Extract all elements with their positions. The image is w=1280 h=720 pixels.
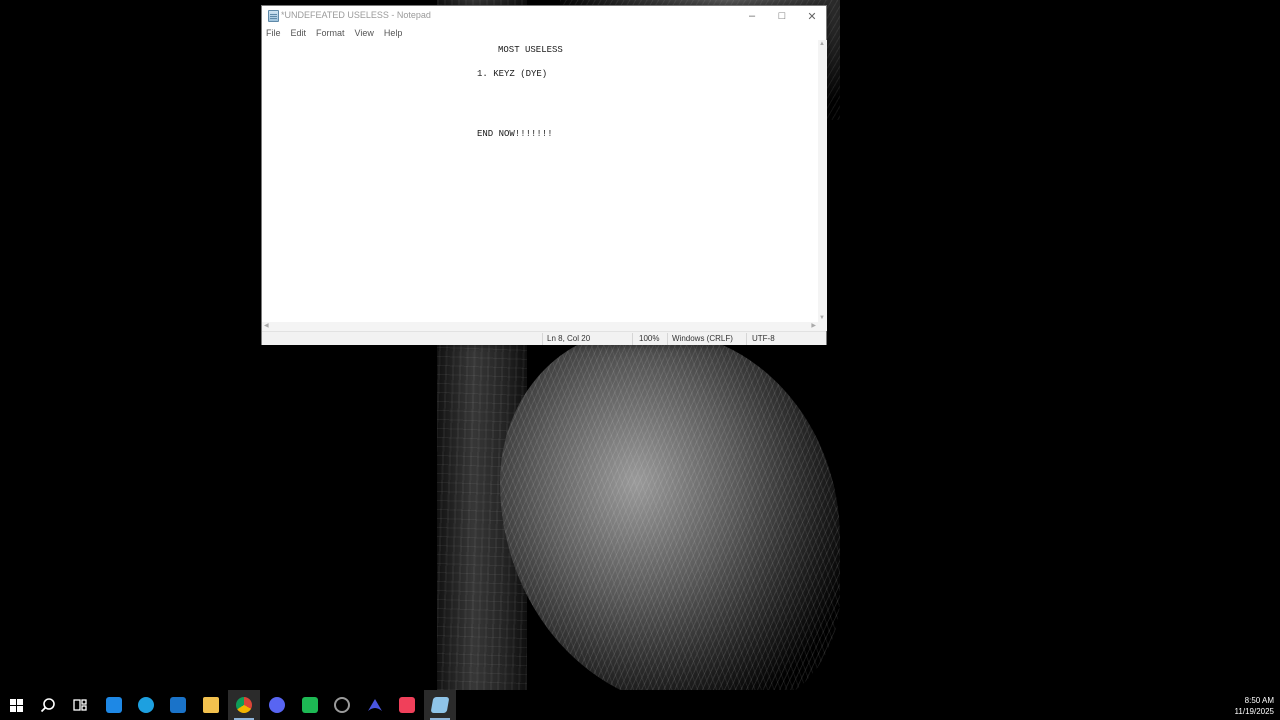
menu-help[interactable]: Help (379, 26, 408, 40)
scrollbar-corner (818, 322, 827, 331)
encoding: UTF-8 (752, 334, 775, 343)
task-view-icon (73, 699, 87, 711)
editor-line: MOST USELESS (498, 45, 563, 55)
notepad-icon (430, 697, 450, 713)
text-editor[interactable]: MOST USELESS 1. KEYZ (DYE) END NOW!!!!!!… (262, 40, 818, 322)
zoom-level: 100% (639, 334, 660, 343)
status-divider (667, 333, 668, 345)
maximize-button[interactable]: □ (767, 6, 797, 26)
discord-button[interactable] (261, 690, 293, 720)
notepad-taskbar-button[interactable] (424, 690, 456, 720)
maximize-icon: □ (778, 10, 786, 22)
status-divider (632, 333, 633, 345)
editor-line: END NOW!!!!!!! (477, 129, 553, 139)
title-bar[interactable]: *UNDEFEATED USELESS - Notepad – □ ✕ (262, 6, 826, 26)
clock-date: 11/19/2025 (1234, 707, 1274, 716)
vertical-scrollbar[interactable]: ▲ ▼ (818, 40, 827, 322)
window-title: *UNDEFEATED USELESS - Notepad (281, 10, 431, 20)
status-divider (746, 333, 747, 345)
mail-icon (170, 697, 186, 713)
search-button[interactable] (32, 690, 64, 720)
gray-app-button[interactable] (326, 690, 358, 720)
start-button[interactable] (0, 690, 32, 720)
discord-icon (269, 697, 285, 713)
search-icon (40, 698, 55, 713)
minimize-icon: – (748, 10, 756, 22)
chrome-icon (236, 697, 252, 713)
chrome-button[interactable] (228, 690, 260, 720)
scroll-right-icon[interactable]: ▶ (811, 322, 816, 329)
menu-format[interactable]: Format (311, 26, 350, 40)
scroll-left-icon[interactable]: ◀ (264, 322, 269, 329)
notepad-icon (268, 10, 279, 22)
menu-file[interactable]: File (262, 26, 286, 40)
scroll-up-icon[interactable]: ▲ (819, 41, 825, 47)
status-bar: Ln 8, Col 20 100% Windows (CRLF) UTF-8 (262, 331, 826, 345)
store-icon (106, 697, 122, 713)
line-ending: Windows (CRLF) (672, 334, 733, 343)
task-view-button[interactable] (64, 690, 96, 720)
microsoft-store-button[interactable] (98, 690, 130, 720)
taskbar: 8:50 AM 11/19/2025 (0, 690, 1280, 720)
editor-line: 1. KEYZ (DYE) (477, 69, 548, 79)
edge-icon (138, 697, 154, 713)
close-button[interactable]: ✕ (797, 6, 827, 26)
itunes-button[interactable] (391, 690, 423, 720)
edge-button[interactable] (130, 690, 162, 720)
nav-app-icon (368, 699, 382, 711)
system-clock[interactable]: 8:50 AM 11/19/2025 (1235, 695, 1274, 717)
music-icon (399, 697, 415, 713)
notepad-window[interactable]: *UNDEFEATED USELESS - Notepad – □ ✕ File… (261, 5, 827, 345)
circle-app-icon (334, 697, 350, 713)
status-divider (542, 333, 543, 345)
green-app-button[interactable] (294, 690, 326, 720)
close-icon: ✕ (807, 10, 817, 23)
menu-view[interactable]: View (350, 26, 379, 40)
minimize-button[interactable]: – (737, 6, 767, 26)
mail-button[interactable] (162, 690, 194, 720)
folder-icon (203, 697, 219, 713)
green-app-icon (302, 697, 318, 713)
scroll-down-icon[interactable]: ▼ (819, 315, 825, 321)
nav-app-button[interactable] (359, 690, 391, 720)
menu-edit[interactable]: Edit (286, 26, 312, 40)
clock-time: 8:50 AM (1244, 696, 1274, 705)
windows-logo-icon (9, 698, 23, 712)
horizontal-scrollbar[interactable]: ◀ ▶ (262, 322, 818, 331)
cursor-position: Ln 8, Col 20 (547, 334, 591, 343)
wallpaper-animal-fur (500, 330, 840, 710)
file-explorer-button[interactable] (195, 690, 227, 720)
menu-bar: File Edit Format View Help (262, 26, 826, 40)
